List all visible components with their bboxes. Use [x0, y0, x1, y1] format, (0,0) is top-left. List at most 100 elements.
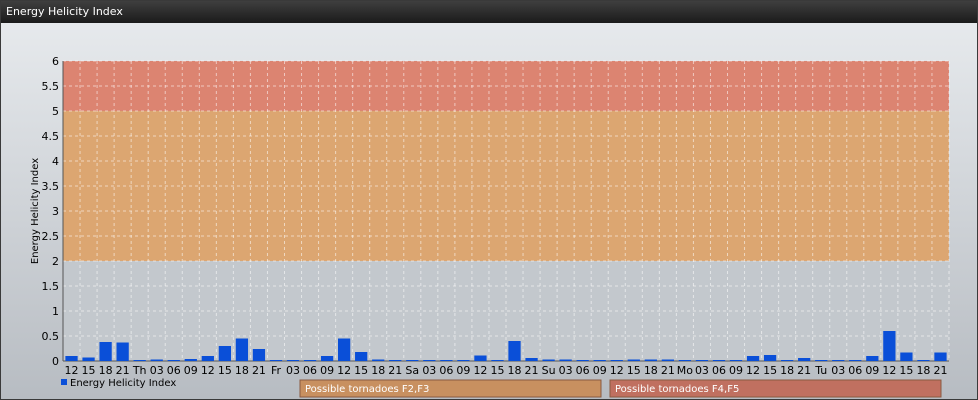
y-axis-label: Energy Helicity Index	[30, 158, 41, 264]
x-tick-label-11: 21	[252, 364, 266, 377]
x-tick-label-32: 12	[610, 364, 624, 377]
legend-label: Energy Helicity Index	[70, 378, 176, 389]
bar-25	[491, 360, 504, 361]
bar-31	[593, 360, 606, 361]
bar-17	[355, 352, 368, 361]
bar-21	[423, 360, 436, 361]
x-tick-label-16: 12	[337, 364, 351, 377]
bar-28	[542, 359, 555, 361]
x-tick-label-46: 06	[848, 364, 862, 377]
legend-swatch	[61, 379, 67, 385]
bar-20	[406, 360, 419, 361]
annotation-label-0: Possible tornadoes F2,F3	[305, 384, 429, 395]
bar-22	[440, 360, 453, 361]
y-tick-label-8: 4	[52, 155, 59, 168]
bar-26	[508, 341, 521, 361]
bar-5	[150, 359, 163, 361]
x-tick-label-27: 21	[525, 364, 539, 377]
x-tick-label-6: 06	[167, 364, 181, 377]
x-tick-label-38: 06	[712, 364, 726, 377]
bar-46	[849, 360, 862, 361]
chart-canvas: 0 0.5 1 1.5 2 2.5 3 3.5 4 4.5 5 5.5 6 Energy Helicity…	[30, 55, 950, 398]
x-tick-label-14: 06	[303, 364, 317, 377]
bar-45	[832, 360, 845, 361]
bar-30	[576, 360, 589, 361]
bar-44	[815, 360, 828, 361]
bar-7	[184, 359, 197, 361]
x-tick-label-35: 21	[661, 364, 675, 377]
x-tick-label-47: 09	[865, 364, 879, 377]
x-tick-label-39: 09	[729, 364, 743, 377]
bar-34	[644, 359, 657, 361]
bar-39	[729, 360, 743, 361]
x-tick-label-42: 18	[780, 364, 794, 377]
x-tick-label-21: 03	[422, 364, 436, 377]
bar-37	[695, 360, 709, 361]
x-tick-label-22: 06	[439, 364, 453, 377]
bar-48	[883, 331, 896, 361]
x-tick-label-28: Su	[542, 364, 556, 377]
bar-16	[338, 338, 351, 361]
x-tick-label-29: 03	[559, 364, 573, 377]
bar-29	[559, 359, 572, 361]
bar-3	[116, 342, 129, 361]
bar-0	[65, 356, 78, 361]
bar-51	[934, 352, 947, 361]
bar-8	[201, 356, 214, 361]
x-tick-label-3: 21	[116, 364, 130, 377]
x-tick-label-15: 09	[320, 364, 334, 377]
bar-33	[627, 359, 640, 361]
x-tick-label-24: 12	[473, 364, 487, 377]
bar-49	[900, 352, 913, 361]
bar-10	[235, 338, 249, 361]
x-tick-label-41: 15	[763, 364, 777, 377]
bar-11	[252, 349, 266, 361]
y-tick-label-11: 5.5	[42, 80, 60, 93]
bar-2	[99, 342, 112, 361]
bar-36	[678, 360, 692, 361]
x-tick-label-12: Fr	[271, 364, 282, 377]
x-tick-label-1: 15	[82, 364, 96, 377]
bar-47	[866, 356, 879, 361]
x-tick-label-4: Th	[132, 364, 147, 377]
x-tick-label-40: 12	[746, 364, 760, 377]
bar-24	[474, 355, 487, 361]
x-tick-label-49: 15	[899, 364, 913, 377]
bar-13	[286, 360, 300, 361]
x-tick-label-19: 21	[388, 364, 402, 377]
x-tick-label-51: 21	[933, 364, 947, 377]
x-tick-label-48: 12	[882, 364, 896, 377]
x-tick-label-8: 12	[201, 364, 215, 377]
bar-43	[798, 358, 811, 361]
x-tick-label-36: Mo	[677, 364, 693, 377]
y-tick-label-12: 6	[52, 55, 59, 68]
bar-40	[746, 356, 760, 361]
bar-19	[389, 360, 402, 361]
bar-18	[372, 359, 385, 361]
y-tick-label-7: 3.5	[42, 180, 60, 193]
bar-15	[320, 356, 334, 361]
x-tick-label-34: 18	[644, 364, 658, 377]
y-tick-label-9: 4.5	[42, 130, 60, 143]
x-tick-label-31: 09	[593, 364, 607, 377]
x-tick-label-43: 21	[797, 364, 811, 377]
x-tick-label-44: Tu	[814, 364, 827, 377]
bar-4	[133, 360, 146, 361]
x-tick-label-37: 03	[695, 364, 709, 377]
bar-14	[303, 360, 317, 361]
x-tick-label-30: 06	[576, 364, 590, 377]
bar-9	[218, 346, 231, 361]
bar-32	[610, 360, 623, 361]
y-tick-label-10: 5	[52, 105, 59, 118]
annotation-label-1: Possible tornadoes F4,F5	[615, 384, 739, 395]
x-tick-label-2: 18	[99, 364, 113, 377]
x-tick-label-13: 03	[286, 364, 300, 377]
x-tick-label-26: 18	[508, 364, 522, 377]
y-tick-label-6: 3	[52, 205, 59, 218]
bar-23	[457, 360, 470, 361]
x-tick-label-50: 18	[916, 364, 930, 377]
bar-6	[167, 360, 180, 361]
y-tick-label-4: 2	[52, 255, 59, 268]
bar-42	[781, 360, 794, 361]
x-tick-label-33: 15	[627, 364, 641, 377]
